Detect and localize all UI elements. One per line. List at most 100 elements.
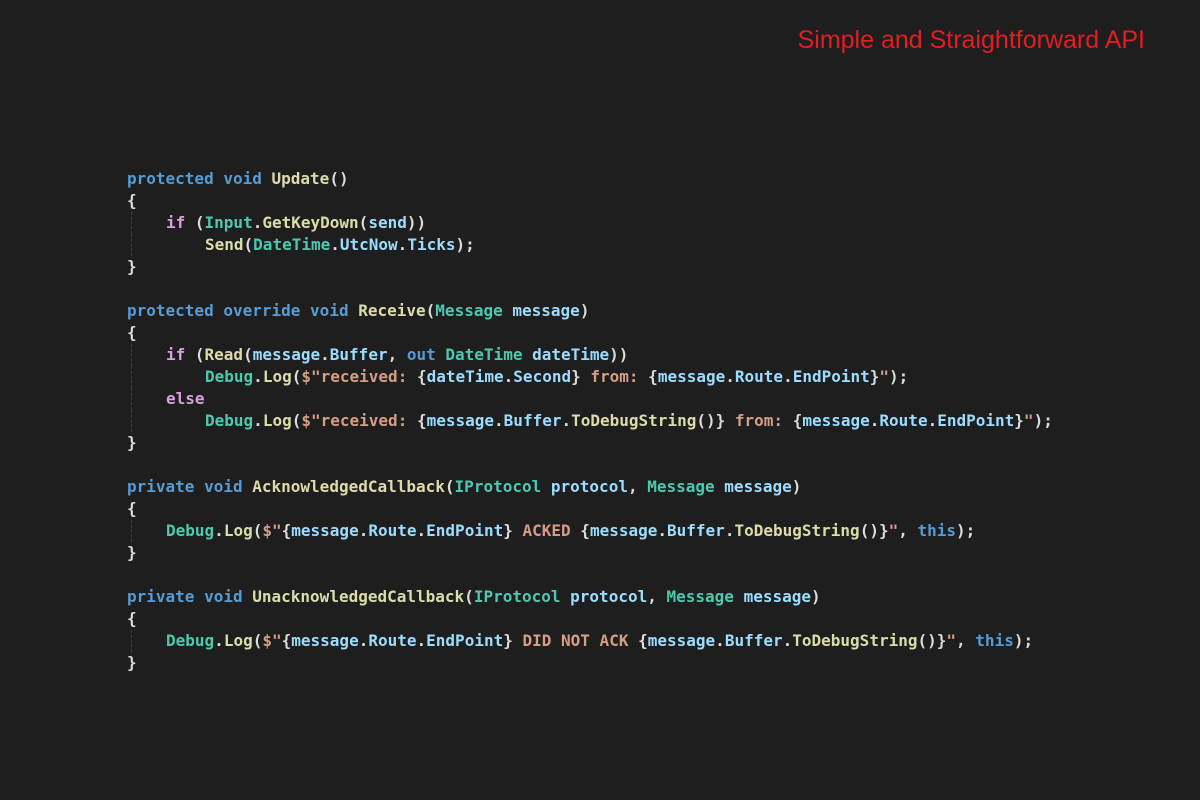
code-line: Debug.Log($"{message.Route.EndPoint} DID…: [127, 630, 1177, 652]
code-token: private: [127, 587, 195, 606]
code-token: .: [927, 411, 938, 430]
code-token: ()}: [859, 521, 889, 540]
code-token: Route: [734, 367, 784, 386]
code-token: )): [609, 345, 629, 364]
code-token: Log: [262, 367, 292, 386]
code-token: message: [743, 587, 811, 606]
code-line: Debug.Log($"received: {dateTime.Second} …: [127, 366, 1177, 388]
code-token: .: [397, 235, 408, 254]
code-token: {: [127, 191, 137, 210]
code-token: (: [425, 301, 436, 320]
code-token: Debug: [205, 411, 254, 430]
code-token: .: [253, 367, 263, 386]
code-token: }: [571, 367, 581, 386]
code-token: );: [889, 367, 909, 386]
code-token: Second: [513, 367, 572, 386]
code-line: }: [127, 432, 1177, 454]
indent-guide: [131, 234, 132, 256]
code-token: DateTime: [445, 345, 523, 364]
code-token: .: [782, 631, 793, 650]
code-token: .: [252, 213, 263, 232]
code-token: Receive: [358, 301, 426, 320]
code-token: this: [917, 521, 957, 540]
code-token: .: [503, 367, 514, 386]
code-token: {: [127, 499, 137, 518]
code-token: .: [416, 631, 427, 650]
code-token: Route: [368, 631, 417, 650]
code-token: ": [879, 367, 890, 386]
code-token: (: [243, 345, 253, 364]
code-line: protected void Update(): [127, 168, 1177, 190]
code-token: }: [1014, 411, 1024, 430]
indent-guide: [131, 388, 132, 410]
code-token: $"received:: [301, 411, 417, 430]
code-token: Log: [262, 411, 292, 430]
indent-guide: [131, 410, 132, 432]
code-line: {: [127, 190, 1177, 212]
code-token: ()}: [696, 411, 726, 430]
code-token: {: [281, 521, 292, 540]
code-token: message: [657, 367, 726, 386]
code-token: {: [792, 411, 803, 430]
code-token: .: [724, 521, 735, 540]
code-token: .: [214, 521, 224, 540]
code-token: );: [1033, 411, 1053, 430]
slide-title: Simple and Straightforward API: [797, 26, 1145, 54]
code-token: out: [406, 345, 436, 364]
code-token: (: [464, 587, 474, 606]
code-token: .: [494, 411, 504, 430]
code-line: Send(DateTime.UtcNow.Ticks);: [127, 234, 1177, 256]
code-token: ): [579, 301, 590, 320]
code-token: UtcNow: [339, 235, 398, 254]
code-token: message: [802, 411, 870, 430]
code-token: Route: [368, 521, 417, 540]
code-token: (: [185, 213, 205, 232]
code-token: UnacknowledgedCallback: [252, 587, 465, 606]
code-token: Message: [647, 477, 715, 496]
code-token: {: [127, 323, 137, 342]
code-token: Message: [666, 587, 734, 606]
code-block: protected void Update(){if (Input.GetKey…: [127, 168, 1177, 674]
code-token: (: [252, 631, 263, 650]
code-token: {: [416, 411, 427, 430]
code-token: Update: [271, 169, 330, 188]
code-token: Message: [435, 301, 503, 320]
code-line: }: [127, 542, 1177, 564]
code-token: }: [127, 257, 137, 276]
code-token: message: [589, 521, 658, 540]
code-token: if: [166, 345, 186, 364]
code-line: }: [127, 652, 1177, 674]
code-token: ": [946, 631, 957, 650]
code-token: $"received:: [301, 367, 417, 386]
code-token: void: [204, 477, 243, 496]
code-token: message: [724, 477, 792, 496]
code-token: EndPoint: [426, 631, 504, 650]
code-token: .: [214, 631, 224, 650]
indent-guide: [131, 212, 132, 234]
code-token: (: [291, 367, 302, 386]
code-token: from:: [725, 411, 793, 430]
code-token: Debug: [166, 521, 215, 540]
code-token: message: [426, 411, 495, 430]
code-token: void: [310, 301, 349, 320]
code-token: ToDebugString: [571, 411, 697, 430]
code-token: Log: [223, 521, 253, 540]
code-token: EndPoint: [426, 521, 504, 540]
code-line: if (Input.GetKeyDown(send)): [127, 212, 1177, 234]
code-token: }: [127, 433, 137, 452]
code-token: protected: [127, 301, 214, 320]
code-token: Input: [204, 213, 253, 232]
code-token: );: [1013, 631, 1034, 650]
code-token: message: [512, 301, 580, 320]
code-token: {: [638, 631, 648, 650]
code-token: .: [416, 521, 427, 540]
code-token: )): [406, 213, 427, 232]
indent-guide: [131, 630, 132, 652]
code-line: else: [127, 388, 1177, 410]
